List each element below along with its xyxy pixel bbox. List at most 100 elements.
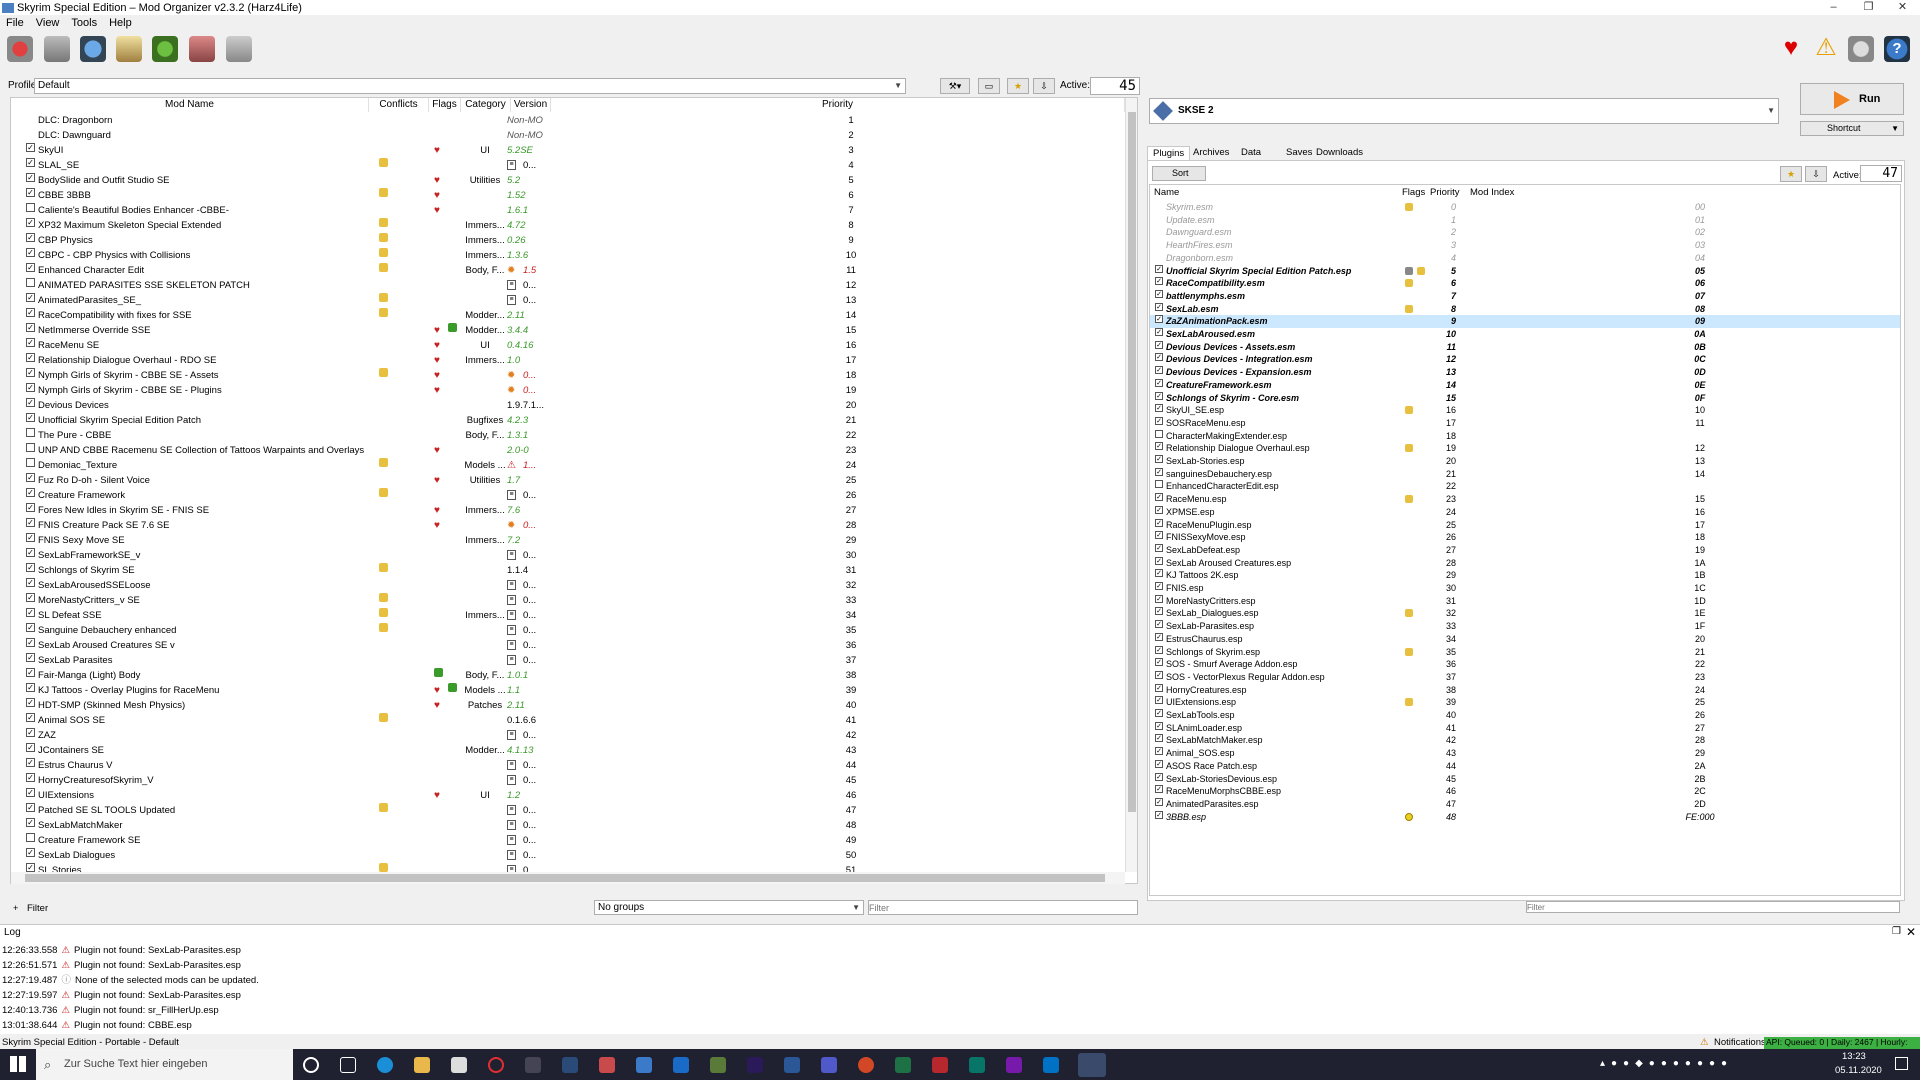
mod-list[interactable]: Mod Name Conflicts Flags Category Versio… — [10, 97, 1138, 884]
notifications-icon[interactable]: ⚠ — [1700, 1037, 1709, 1048]
mod-row[interactable]: ✓ BodySlide and Outfit Studio SE ♥ Utilitie… — [11, 173, 1125, 188]
plugin-checkbox[interactable]: ✓ — [1155, 467, 1163, 476]
mod-checkbox[interactable]: ✓ — [26, 503, 35, 512]
tray-icons[interactable]: ▴●●◆●●●●●●● — [1600, 1058, 1733, 1069]
tab-archives[interactable]: Archives — [1188, 146, 1234, 160]
float-icon[interactable]: ❐ — [1892, 926, 1901, 937]
mail-icon[interactable] — [673, 1057, 689, 1073]
plugin-checkbox[interactable]: ✓ — [1155, 696, 1163, 705]
col-conflicts[interactable]: Conflicts — [369, 98, 429, 112]
mod-row[interactable]: ✓ Fuz Ro D-oh - Silent Voice ♥ Utilities 1.7… — [11, 473, 1125, 488]
mod-row[interactable]: ✓ UIExtensions ♥ UI 1.2 46 — [11, 788, 1125, 803]
mod-row[interactable]: ✓ Fores New Idles in Skyrim SE - FNIS SE ♥… — [11, 503, 1125, 518]
plugin-checkbox[interactable]: ✓ — [1155, 543, 1163, 552]
plugin-row[interactable]: ✓ Schlongs of Skyrim.esp 35 21 — [1150, 645, 1900, 659]
col-name[interactable]: Name — [1154, 187, 1179, 198]
mod-row[interactable]: ✓ XP32 Maximum Skeleton Special Extended I… — [11, 218, 1125, 233]
mod-row[interactable]: ✓ Estrus Chaurus V ≡ 0... 44 — [11, 758, 1125, 773]
mod-row[interactable]: ✓ Nymph Girls of Skyrim - CBBE SE - Asset… — [11, 368, 1125, 383]
expand-icon[interactable]: + — [13, 903, 18, 913]
tab-downloads[interactable]: Downloads — [1311, 146, 1368, 160]
mod-list-hscrollbar[interactable] — [11, 872, 1125, 884]
plugin-checkbox[interactable]: ✓ — [1155, 378, 1163, 387]
mod-checkbox[interactable] — [26, 443, 35, 452]
mod-checkbox[interactable]: ✓ — [26, 608, 35, 617]
open-folder-icon[interactable]: ▭ — [978, 78, 1000, 94]
edge-icon[interactable] — [377, 1057, 393, 1073]
plugin-row[interactable]: Update.esm 1 01 — [1150, 214, 1900, 227]
mod-row[interactable]: ✓ Schlongs of Skyrim SE 1.1.4 31 — [11, 563, 1125, 578]
mod-row[interactable]: ANIMATED PARASITES SSE SKELETON PATCH ≡ 0.… — [11, 278, 1125, 293]
mod-row[interactable]: ✓ KJ Tattoos - Overlay Plugins for RaceMe… — [11, 683, 1125, 698]
plugin-row[interactable]: ✓ FNISSexyMove.esp 26 18 — [1150, 531, 1900, 544]
mod-row[interactable]: ✓ NetImmerse Override SSE ♥ Modder... 3.4.4 1… — [11, 323, 1125, 338]
plugin-checkbox[interactable]: ✓ — [1155, 455, 1163, 463]
mod-row[interactable]: Caliente's Beautiful Bodies Enhancer -CB… — [11, 203, 1125, 218]
maximize-button[interactable]: ❐ — [1851, 0, 1886, 15]
plugin-checkbox[interactable]: ✓ — [1155, 289, 1163, 298]
plugin-checkbox[interactable]: ✓ — [1155, 366, 1163, 375]
plugin-checkbox[interactable]: ✓ — [1155, 747, 1163, 756]
plugin-checkbox[interactable]: ✓ — [1155, 569, 1163, 578]
plugin-row[interactable]: ✓ RaceMenuPlugin.esp 25 17 — [1150, 518, 1900, 532]
tools-dropdown-button[interactable]: ⚒▾ — [940, 78, 970, 94]
sort-button[interactable]: Sort — [1152, 166, 1206, 181]
plugin-row[interactable]: ✓ SexLabDefeat.esp 27 19 — [1150, 543, 1900, 557]
mod-checkbox[interactable]: ✓ — [26, 683, 35, 692]
wrench-icon[interactable] — [226, 36, 252, 62]
filter-label[interactable]: Filter — [27, 903, 48, 914]
plugin-row[interactable]: ✓ SOS - VectorPlexus Regular Addon.esp 37 2… — [1150, 670, 1900, 684]
plugin-row[interactable]: ✓ RaceCompatibility.esm 6 06 — [1150, 277, 1900, 290]
plugin-checkbox[interactable]: ✓ — [1155, 518, 1163, 527]
plugins-restore-icon[interactable]: ⇩ — [1805, 166, 1827, 182]
mod-row[interactable]: ✓ SkyUI ♥ UI 5.2SE 3 — [11, 143, 1125, 158]
plugin-row[interactable]: ✓ Animal_SOS.esp 43 29 — [1150, 747, 1900, 760]
plugin-row[interactable]: EnhancedCharacterEdit.esp 22 — [1150, 480, 1900, 493]
mod-row[interactable]: ✓ SLAL_SE ≡ 0... 4 — [11, 158, 1125, 173]
mod-checkbox[interactable]: ✓ — [26, 398, 35, 407]
plugin-checkbox[interactable] — [1155, 429, 1163, 438]
mod-checkbox[interactable]: ✓ — [26, 668, 35, 677]
mod-row[interactable]: Demoniac_Texture Models ... ⚠ 1... 24 — [11, 458, 1125, 473]
mod-checkbox[interactable]: ✓ — [26, 533, 35, 542]
mod-organizer-taskbar-icon[interactable] — [1078, 1053, 1106, 1077]
plugin-row[interactable]: ✓ RaceMenu.esp 23 15 — [1150, 493, 1900, 506]
mod-checkbox[interactable]: ✓ — [26, 293, 35, 302]
run-button[interactable]: Run — [1800, 83, 1904, 115]
mod-checkbox[interactable]: ✓ — [26, 773, 35, 782]
plugin-row[interactable]: ✓ CreatureFramework.esm 14 0E — [1150, 378, 1900, 392]
mod-checkbox[interactable]: ✓ — [26, 593, 35, 602]
shortcut-button[interactable]: Shortcut ▼ — [1800, 121, 1904, 136]
mod-row[interactable]: ✓ SexLab Dialogues ≡ 0... 50 — [11, 848, 1125, 863]
plugin-row[interactable]: ✓ SexLab_Dialogues.esp 32 1E — [1150, 607, 1900, 620]
mod-checkbox[interactable]: ✓ — [26, 713, 35, 722]
mod-row[interactable]: ✓ Relationship Dialogue Overhaul - RDO SE… — [11, 353, 1125, 368]
mod-checkbox[interactable]: ✓ — [26, 143, 35, 152]
plugin-row[interactable]: ✓ XPMSE.esp 24 16 — [1150, 505, 1900, 519]
mod-checkbox[interactable]: ✓ — [26, 323, 35, 332]
mod-row[interactable]: ✓ CBP Physics Immers... 0.26 9 — [11, 233, 1125, 248]
plugin-row[interactable]: ✓ 3BBB.esp 48 FE:000 — [1150, 810, 1900, 824]
plugin-checkbox[interactable]: ✓ — [1155, 797, 1163, 806]
mod-row[interactable]: ✓ AnimatedParasites_SE_ ≡ 0... 13 — [11, 293, 1125, 308]
warning-icon[interactable]: ⚠ — [1813, 36, 1839, 62]
backup-icon[interactable]: ★ — [1007, 78, 1029, 94]
plugin-row[interactable]: ✓ Unofficial Skyrim Special Edition Patch… — [1150, 264, 1900, 278]
task-view-icon[interactable] — [340, 1057, 356, 1073]
mod-checkbox[interactable]: ✓ — [26, 473, 35, 482]
plugin-checkbox[interactable]: ✓ — [1155, 353, 1163, 362]
plugin-row[interactable]: ✓ SexLab Aroused Creatures.esp 28 1A — [1150, 556, 1900, 570]
mod-checkbox[interactable]: ✓ — [26, 368, 35, 377]
restore-icon[interactable]: ⇩ — [1033, 78, 1055, 94]
plugin-checkbox[interactable]: ✓ — [1155, 721, 1163, 730]
col-version[interactable]: Version — [511, 98, 551, 112]
mod-checkbox[interactable] — [26, 428, 35, 437]
plugin-filter-input[interactable] — [1526, 901, 1900, 913]
mod-checkbox[interactable]: ✓ — [26, 638, 35, 647]
plugin-row[interactable]: ✓ SexLab-StoriesDevious.esp 45 2B — [1150, 772, 1900, 786]
mod-row[interactable]: ✓ Sanguine Debauchery enhanced ≡ 0... 35 — [11, 623, 1125, 638]
after-effects-icon[interactable] — [747, 1057, 763, 1073]
plugin-checkbox[interactable]: ✓ — [1155, 328, 1163, 336]
help-icon[interactable]: ? — [1884, 36, 1910, 62]
mod-row[interactable]: ✓ Devious Devices 1.9.7.1... 20 — [11, 398, 1125, 413]
